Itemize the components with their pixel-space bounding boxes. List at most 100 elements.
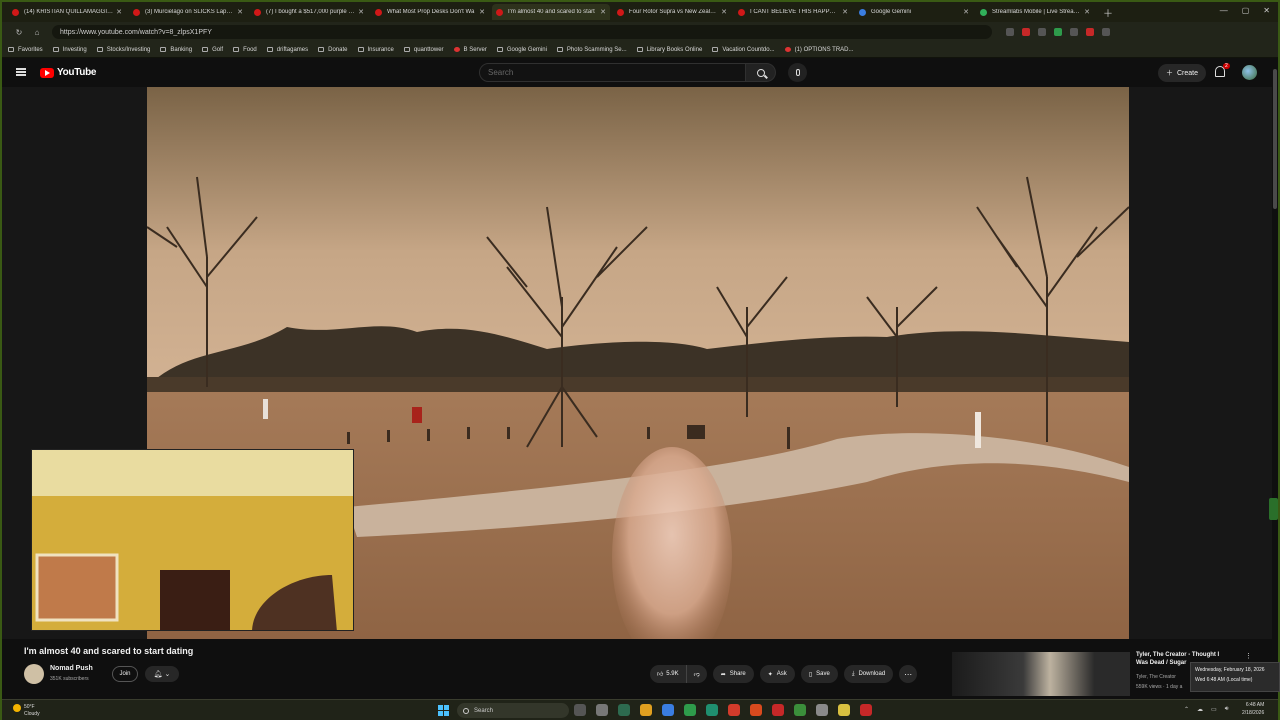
- extension-icon[interactable]: [1054, 28, 1062, 36]
- profile-icon[interactable]: [1102, 28, 1110, 36]
- menu-icon[interactable]: [16, 68, 26, 76]
- windows-taskbar: 50°F Cloudy Search ⌃ ☁︎ ▭ 🔊︎ 6:48 AM 2/1…: [2, 699, 1278, 720]
- extension-icon[interactable]: [1086, 28, 1094, 36]
- close-tab-icon[interactable]: ✕: [600, 8, 606, 16]
- weather-widget[interactable]: 50°F Cloudy: [13, 704, 40, 717]
- folder-icon: [357, 47, 364, 52]
- bookmark-item[interactable]: (1) OPTIONS TRAD...: [784, 47, 854, 53]
- bookmark-item[interactable]: Golf: [202, 47, 223, 53]
- channel-avatar[interactable]: [24, 664, 44, 684]
- close-tab-icon[interactable]: ✕: [842, 8, 848, 16]
- brave-icon[interactable]: [750, 704, 762, 716]
- bookmark-item[interactable]: Favorites: [8, 47, 43, 53]
- cloud-icon[interactable]: ☁︎: [1197, 706, 1203, 713]
- extension-icon[interactable]: [1022, 28, 1030, 36]
- side-widget-icon[interactable]: [1269, 498, 1278, 520]
- maximize-icon[interactable]: ▢: [1242, 6, 1250, 15]
- taskbar-apps: [574, 704, 872, 716]
- taskbar-clock[interactable]: 6:48 AM 2/18/2026: [1242, 702, 1264, 717]
- thumbs-up-icon: 👍︎: [657, 672, 664, 678]
- excel-icon[interactable]: [794, 704, 806, 716]
- app-icon[interactable]: [860, 704, 872, 716]
- recommended-channel[interactable]: Tyler, The Creator: [1136, 674, 1176, 680]
- close-tab-icon[interactable]: ✕: [479, 8, 485, 16]
- app-icon[interactable]: [838, 704, 850, 716]
- bookmark-item[interactable]: Stocks/Investing: [96, 47, 150, 53]
- close-tab-icon[interactable]: ✕: [721, 8, 727, 16]
- settings-icon[interactable]: [596, 704, 608, 716]
- folder-icon: [403, 47, 410, 52]
- extension-icon[interactable]: [1070, 28, 1078, 36]
- extension-icon[interactable]: [1038, 28, 1046, 36]
- bookmark-item[interactable]: Investing: [52, 47, 87, 53]
- bookmark-item[interactable]: Library Books Online: [636, 47, 702, 53]
- bookmark-item[interactable]: quanttower: [403, 47, 444, 53]
- taskbar-search[interactable]: Search: [457, 703, 569, 718]
- close-window-icon[interactable]: ✕: [1263, 6, 1270, 15]
- join-button[interactable]: Join: [112, 666, 138, 682]
- youtube-logo[interactable]: YouTube: [40, 67, 97, 78]
- page-scrollbar[interactable]: [1272, 59, 1278, 699]
- bookmark-item[interactable]: Vacation Countdo...: [712, 47, 775, 53]
- app-icon[interactable]: [618, 704, 630, 716]
- volume-icon[interactable]: 🔊︎: [1225, 706, 1229, 713]
- recommended-video-thumbnail[interactable]: [952, 652, 1130, 696]
- subscription-bell-button[interactable]: 🔔︎ ⌄: [145, 666, 179, 682]
- bookmark-item[interactable]: Donate: [318, 47, 348, 53]
- bookmark-item[interactable]: Google Gemini: [496, 47, 547, 53]
- bookmark-item[interactable]: driftagames: [266, 47, 308, 53]
- browser-tab[interactable]: I CANT BELIEVE THIS HAPPENED &✕: [734, 4, 852, 20]
- file-explorer-icon[interactable]: [640, 704, 652, 716]
- app-icon[interactable]: [772, 704, 784, 716]
- search-input[interactable]: [479, 63, 747, 82]
- minimize-icon[interactable]: —: [1220, 6, 1228, 15]
- save-button[interactable]: ▯ Save: [800, 665, 838, 683]
- browser-tab[interactable]: (3) Murcielago on SLICKS Laps the ✕: [129, 4, 247, 20]
- browser-tab-active[interactable]: I'm almost 40 and scared to start ✕: [492, 4, 610, 20]
- close-tab-icon[interactable]: ✕: [237, 8, 243, 16]
- spotify-icon[interactable]: [684, 704, 696, 716]
- url-field[interactable]: https://www.youtube.com/watch?v=8_zlpsX1…: [52, 25, 992, 39]
- extension-icon[interactable]: [1006, 28, 1014, 36]
- bookmark-item[interactable]: Food: [233, 47, 257, 53]
- refresh-icon[interactable]: ↻: [10, 28, 28, 37]
- scrollbar-thumb[interactable]: [1273, 69, 1277, 209]
- account-avatar[interactable]: [1242, 65, 1257, 80]
- bookmark-item[interactable]: Banking: [160, 47, 192, 53]
- network-icon[interactable]: ▭: [1211, 706, 1217, 713]
- chevron-up-icon[interactable]: ⌃: [1184, 706, 1189, 713]
- task-view-icon[interactable]: [574, 704, 586, 716]
- ask-button[interactable]: ✦ Ask: [759, 665, 795, 683]
- download-button[interactable]: ⤓ Download: [843, 665, 894, 683]
- recommended-more-icon[interactable]: ⋮: [1245, 652, 1252, 660]
- edge-icon[interactable]: [706, 704, 718, 716]
- close-tab-icon[interactable]: ✕: [1084, 8, 1090, 16]
- app-icon[interactable]: [816, 704, 828, 716]
- weather-cloud-sun-icon: [13, 704, 21, 712]
- channel-name[interactable]: Nomad Push: [50, 665, 93, 672]
- search-button[interactable]: [746, 63, 776, 82]
- windows-start-icon[interactable]: [438, 705, 449, 716]
- close-tab-icon[interactable]: ✕: [358, 8, 364, 16]
- bookmark-item[interactable]: B Server: [453, 47, 487, 53]
- store-icon[interactable]: [662, 704, 674, 716]
- dislike-button[interactable]: 👎︎: [687, 670, 707, 678]
- more-actions-button[interactable]: ⋯: [899, 665, 918, 683]
- new-tab-button[interactable]: ＋: [1103, 5, 1113, 20]
- browser-tab[interactable]: Four Rotor Supra vs New Zealand ✕: [613, 4, 731, 20]
- app-icon[interactable]: [728, 704, 740, 716]
- browser-tab[interactable]: Streamlabs Mobile | Live Streamin ✕: [976, 4, 1094, 20]
- bookmark-item[interactable]: Photo Scamming Se...: [556, 47, 627, 53]
- browser-tab[interactable]: Google Gemini ✕: [855, 4, 973, 20]
- bookmark-item[interactable]: Insurance: [357, 47, 394, 53]
- create-button[interactable]: ＋ Create: [1158, 64, 1207, 82]
- close-tab-icon[interactable]: ✕: [963, 8, 969, 16]
- browser-tab[interactable]: What Most Prop Desks Don't Wa ✕: [371, 4, 489, 20]
- close-tab-icon[interactable]: ✕: [116, 8, 122, 16]
- voice-search-button[interactable]: [788, 63, 807, 82]
- like-button[interactable]: 👍︎ 5.9K: [650, 665, 687, 683]
- share-button[interactable]: ➦ Share: [712, 665, 754, 683]
- home-icon[interactable]: ⌂: [28, 28, 46, 37]
- browser-tab[interactable]: (14) KRISTIAN QUILLAMAGGIE - M ✕: [8, 4, 126, 20]
- browser-tab[interactable]: (7) I bought a $517,000 purple Fe ✕: [250, 4, 368, 20]
